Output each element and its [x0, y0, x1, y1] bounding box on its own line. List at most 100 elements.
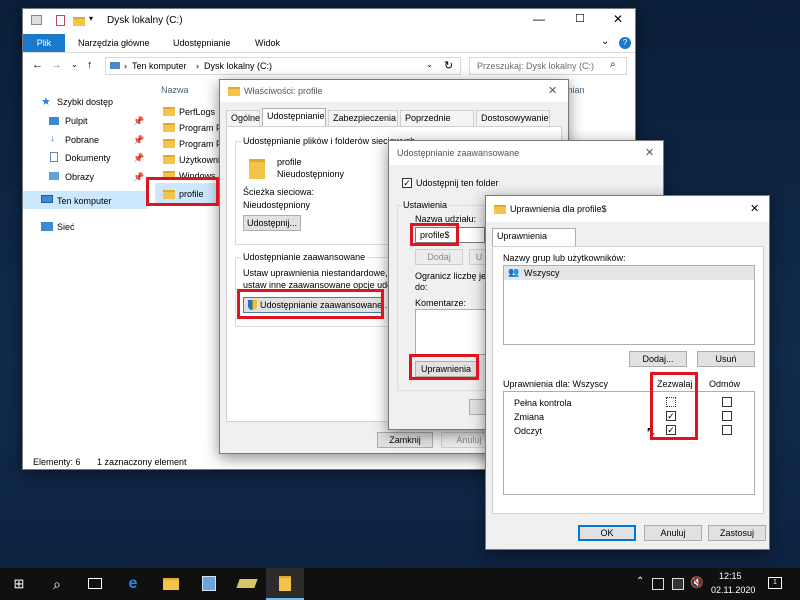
nav-item-downloads[interactable]: Pobrane [65, 135, 99, 145]
nav-item-documents[interactable]: Dokumenty [65, 153, 111, 163]
file-item[interactable]: Program F [179, 139, 222, 149]
nav-item-desktop[interactable]: Pulpit [65, 116, 88, 126]
pin-icon[interactable]: 📌 [133, 172, 144, 183]
tab-general[interactable]: Ogólne [226, 110, 260, 126]
close-icon[interactable]: ✕ [645, 146, 654, 159]
address-bar[interactable]: › Ten komputer › Dysk lokalny (C:) ⌄ ↻ [105, 57, 461, 75]
folder-share-state: Nieudostępniony [277, 169, 345, 179]
folder-icon [494, 205, 506, 214]
start-button[interactable]: ⊞ [0, 568, 38, 600]
address-sep-icon[interactable]: › [124, 61, 127, 71]
ribbon-tab-home[interactable]: Narzędzia główne [78, 38, 150, 48]
edge-icon[interactable]: e [114, 568, 152, 600]
permissions-dialog: Uprawnienia dla profile$ ✕ Uprawnienia u… [485, 195, 770, 550]
nav-item-this-pc[interactable]: Ten komputer [57, 196, 112, 206]
column-header-name[interactable]: Nazwa [161, 85, 189, 95]
highlight-allow-column [650, 372, 698, 440]
tray-app-icon[interactable] [652, 578, 664, 590]
tab-previous-versions[interactable]: Poprzednie wersje [400, 110, 474, 138]
add-share-button[interactable]: Dodaj [415, 249, 463, 265]
new-folder-icon[interactable] [73, 17, 85, 26]
nav-item-pictures[interactable]: Obrazy [65, 172, 94, 182]
drive-icon[interactable] [228, 568, 266, 600]
apply-button[interactable]: Zastosuj [708, 525, 766, 541]
explorer-titlebar[interactable]: ▾ Dysk lokalny (C:) — ☐ ✕ [23, 9, 635, 33]
file-item[interactable]: Użytkowni [179, 155, 220, 165]
network-status-icon[interactable] [672, 578, 684, 590]
status-selected-count: 1 zaznaczony element [97, 457, 187, 467]
file-item[interactable]: Program F [179, 123, 222, 133]
advanced-desc: Ustaw uprawnienia niestandardowe, utw [243, 268, 405, 278]
highlight-share-name [410, 223, 459, 246]
star-icon: ★ [41, 96, 51, 108]
perm-row-read: Odczyt [514, 426, 543, 436]
address-sep-icon[interactable]: › [196, 61, 199, 71]
notification-icon[interactable]: 1 [768, 577, 782, 589]
folder-icon [228, 87, 240, 96]
recent-icon[interactable]: ⌄ [71, 60, 78, 69]
perm-row-full-control: Pełna kontrola [514, 398, 572, 408]
tab-security[interactable]: Zabezpieczenia [328, 110, 398, 126]
file-explorer-icon[interactable] [152, 568, 190, 600]
ribbon-tab-file[interactable]: Plik [23, 34, 65, 52]
properties-titlebar[interactable]: Właściwości: profile ✕ [220, 80, 568, 102]
search-input[interactable]: Przeszukaj: Dysk lokalny (C:) ⌕ [469, 57, 627, 75]
ok-button[interactable]: OK [578, 525, 636, 541]
deny-full-control-checkbox[interactable] [722, 397, 732, 407]
ribbon-expand-icon[interactable]: ⌄ [601, 36, 609, 47]
folder-large-icon [249, 159, 265, 179]
task-view-icon[interactable] [76, 568, 114, 600]
tab-customize[interactable]: Dostosowywanie [476, 110, 550, 126]
permissions-titlebar[interactable]: Uprawnienia dla profile$ ✕ [486, 196, 769, 222]
minimize-icon[interactable]: — [533, 12, 545, 26]
nav-item-network[interactable]: Sieć [57, 222, 75, 232]
address-dropdown-icon[interactable]: ⌄ [426, 60, 433, 69]
qat-dropdown-icon[interactable]: ▾ [89, 14, 93, 23]
pin-icon[interactable]: 📌 [133, 153, 144, 164]
file-item[interactable]: PerfLogs [179, 107, 215, 117]
permissions-for-label: Uprawnienia dla: Wszyscy [503, 379, 609, 389]
network-path-value: Nieudostępniony [243, 200, 311, 210]
comments-field[interactable] [415, 309, 495, 355]
pin-icon[interactable]: 📌 [133, 116, 144, 127]
group-name: Wszyscy [524, 268, 560, 278]
help-icon[interactable]: ? [619, 37, 631, 49]
volume-muted-icon[interactable]: 🔇 [690, 576, 704, 589]
server-manager-icon[interactable] [190, 568, 228, 600]
users-icon: 👥 [508, 267, 520, 277]
nav-quick-access[interactable]: Szybki dostęp [57, 97, 113, 107]
add-group-button[interactable]: Dodaj... [629, 351, 687, 367]
close-icon[interactable]: ✕ [613, 12, 623, 26]
up-icon[interactable]: ↑ [87, 59, 93, 71]
search-icon[interactable]: ⌕ [610, 59, 616, 70]
remove-group-button[interactable]: Usuń [697, 351, 755, 367]
close-icon[interactable]: ✕ [548, 84, 557, 97]
cancel-button[interactable]: Anuluj [644, 525, 702, 541]
clock-date[interactable]: 02.11.2020 [711, 585, 755, 595]
folder-icon[interactable] [279, 576, 291, 591]
deny-change-checkbox[interactable] [722, 411, 732, 421]
share-folder-checkbox[interactable]: ✓ [402, 178, 412, 188]
maximize-icon[interactable]: ☐ [575, 12, 585, 25]
system-tray-chevron-icon[interactable]: ⌃ [636, 576, 644, 587]
tab-share-permissions[interactable]: Uprawnienia udziału [492, 228, 576, 256]
tab-sharing[interactable]: Udostępnianie [262, 108, 326, 126]
address-crumb-pc[interactable]: Ten komputer [132, 61, 187, 71]
properties-icon[interactable] [56, 15, 65, 26]
address-crumb-drive[interactable]: Dysk lokalny (C:) [204, 61, 272, 71]
back-icon[interactable]: ← [32, 59, 43, 71]
share-button[interactable]: Udostępnij... [243, 215, 301, 231]
close-button[interactable]: Zamknij [377, 432, 433, 448]
forward-icon[interactable]: → [51, 59, 62, 71]
pin-icon[interactable]: 📌 [133, 135, 144, 146]
advanced-titlebar[interactable]: Udostępnianie zaawansowane ✕ [389, 141, 663, 165]
search-icon[interactable]: ⌕ [38, 568, 76, 600]
ribbon-tab-view[interactable]: Widok [255, 38, 280, 48]
ribbon-tab-share[interactable]: Udostępnianie [173, 38, 231, 48]
close-icon[interactable]: ✕ [750, 202, 759, 215]
deny-read-checkbox[interactable] [722, 425, 732, 435]
app-icon [31, 15, 42, 25]
groups-list[interactable]: 👥 Wszyscy [503, 265, 755, 345]
clock-time[interactable]: 12:15 [719, 571, 742, 581]
refresh-icon[interactable]: ↻ [444, 59, 453, 72]
